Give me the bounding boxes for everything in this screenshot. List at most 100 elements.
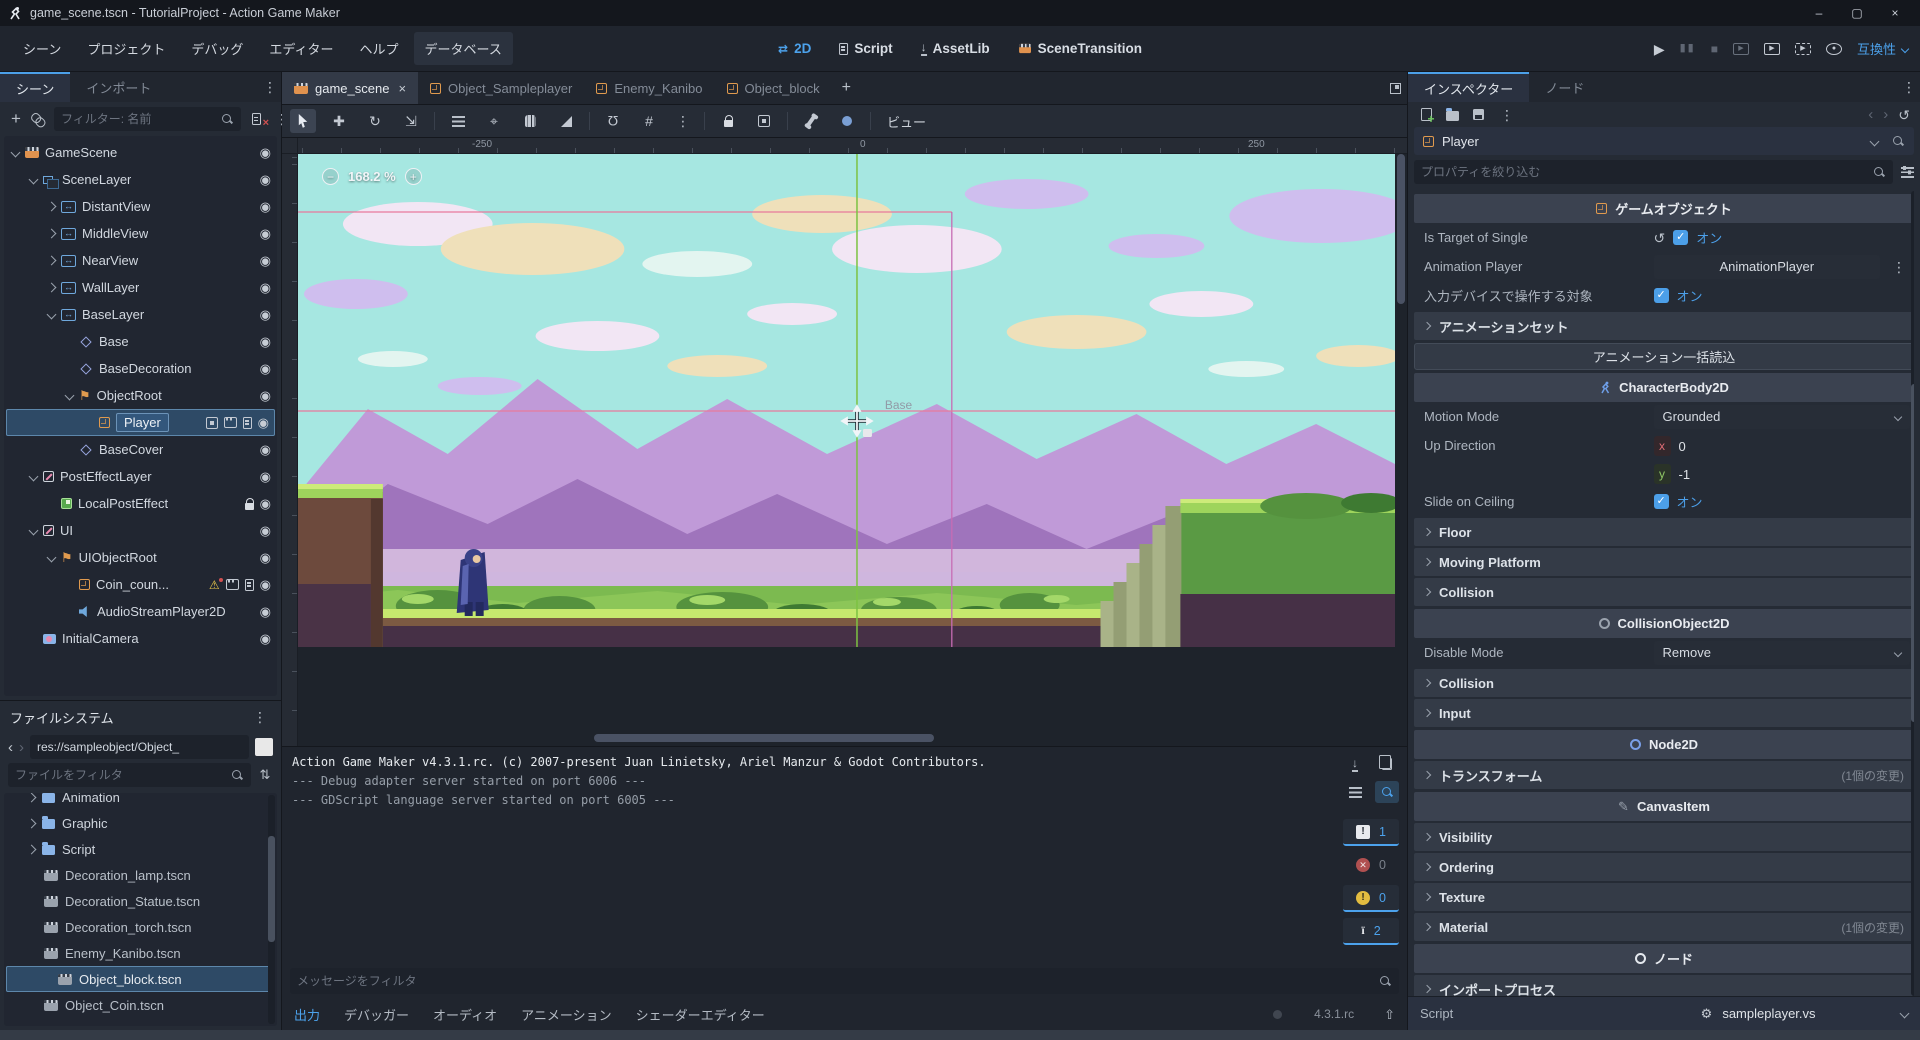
revert-icon[interactable]: ↺ bbox=[1654, 231, 1666, 245]
filesystem-options-icon[interactable]: ⋮ bbox=[249, 710, 271, 724]
lock-icon[interactable] bbox=[245, 503, 254, 510]
tree-node-objectroot[interactable]: ⚑ObjectRoot◉ bbox=[4, 382, 277, 409]
group-visibility[interactable]: Visibility bbox=[1414, 823, 1914, 851]
property-options-icon[interactable]: ⋮ bbox=[1888, 260, 1910, 274]
tree-node-posteffectlayer[interactable]: PostEffectLayer◉ bbox=[4, 463, 277, 490]
collapse-duplicates-button[interactable] bbox=[1343, 781, 1367, 803]
open-docs-icon[interactable] bbox=[1892, 135, 1905, 148]
chevron-right-icon[interactable] bbox=[27, 844, 37, 854]
group-input[interactable]: Input bbox=[1414, 699, 1914, 727]
file-decoration-torch[interactable]: Decoration_torch.tscn bbox=[4, 914, 277, 940]
property-filter-input[interactable] bbox=[1421, 165, 1868, 179]
chevron-down-icon[interactable] bbox=[1900, 1009, 1910, 1019]
tree-node-localposteffect[interactable]: LocalPostEffect◉ bbox=[4, 490, 277, 517]
menu-editor[interactable]: エディター bbox=[258, 32, 344, 65]
history-forward-button[interactable]: › bbox=[1883, 107, 1888, 122]
tree-node-walllayer[interactable]: ↔WallLayer◉ bbox=[4, 274, 277, 301]
group-node-button[interactable] bbox=[751, 109, 777, 133]
chevron-down-icon[interactable] bbox=[65, 391, 75, 401]
chevron-down-icon[interactable] bbox=[1870, 136, 1880, 146]
clear-output-button[interactable]: ↓ bbox=[1343, 753, 1367, 775]
menu-help[interactable]: ヘルプ bbox=[348, 32, 409, 65]
visibility-icon[interactable]: ◉ bbox=[260, 470, 271, 483]
chevron-right-icon[interactable] bbox=[27, 818, 37, 828]
close-button[interactable]: × bbox=[1878, 2, 1912, 24]
menu-scene[interactable]: シーン bbox=[12, 32, 72, 65]
tree-node-audiostreamplayer2d[interactable]: AudioStreamPlayer2D◉ bbox=[4, 598, 277, 625]
zoom-out-button[interactable]: − bbox=[322, 168, 339, 185]
checkbox-checked[interactable]: ✓ bbox=[1654, 288, 1669, 303]
up-direction-x-value[interactable]: 0 bbox=[1679, 439, 1686, 454]
group-collision-2[interactable]: Collision bbox=[1414, 669, 1914, 697]
new-resource-button[interactable] bbox=[1418, 108, 1434, 121]
message-count-errors[interactable]: ✕0 bbox=[1343, 852, 1399, 879]
expand-viewport-icon[interactable] bbox=[1390, 83, 1401, 94]
menu-project[interactable]: プロジェクト bbox=[76, 32, 176, 65]
visibility-icon[interactable]: ◉ bbox=[260, 578, 271, 591]
chevron-down-icon[interactable] bbox=[29, 472, 39, 482]
section-node2d[interactable]: Node2D bbox=[1414, 730, 1914, 759]
file-thumbnail[interactable] bbox=[255, 738, 273, 756]
canvas-vscrollbar[interactable] bbox=[1397, 154, 1405, 732]
file-object-coin[interactable]: Object_Coin.tscn bbox=[4, 992, 277, 1018]
skeleton-options-button[interactable] bbox=[798, 109, 824, 133]
tree-node-gamescene[interactable]: GameScene◉ bbox=[4, 139, 277, 166]
unique-name-icon[interactable] bbox=[206, 417, 218, 429]
visibility-icon[interactable]: ◉ bbox=[260, 497, 271, 510]
message-count-warnings[interactable]: !0 bbox=[1343, 885, 1399, 912]
visibility-icon[interactable]: ◉ bbox=[260, 362, 271, 375]
scale-tool-button[interactable]: ⇲ bbox=[398, 109, 424, 133]
menu-database[interactable]: データベース bbox=[414, 32, 513, 65]
chevron-right-icon[interactable] bbox=[47, 202, 57, 212]
tree-node-distantview[interactable]: ↔DistantView◉ bbox=[4, 193, 277, 220]
tab-scene[interactable]: シーン bbox=[0, 72, 70, 102]
up-direction-y-value[interactable]: -1 bbox=[1679, 467, 1691, 482]
renderer-select[interactable]: 互換性 bbox=[1857, 39, 1908, 58]
ruler-tool-button[interactable] bbox=[553, 109, 579, 133]
dock-options-icon[interactable]: ⋮ bbox=[1898, 80, 1920, 94]
nav-back-button[interactable]: ‹ bbox=[8, 740, 13, 755]
list-select-button[interactable] bbox=[445, 109, 471, 133]
chevron-down-icon[interactable] bbox=[29, 175, 39, 185]
grid-snap-button[interactable]: # bbox=[636, 109, 662, 133]
file-decoration-lamp[interactable]: Decoration_lamp.tscn bbox=[4, 862, 277, 888]
visibility-icon[interactable]: ◉ bbox=[258, 416, 269, 429]
instance-scene-button[interactable] bbox=[31, 113, 47, 126]
select-tool-button[interactable] bbox=[290, 109, 316, 133]
message-count-editor[interactable]: ï2 bbox=[1343, 918, 1399, 945]
viewport[interactable]: -250 0 250 bbox=[282, 138, 1407, 746]
section-character-body-2d[interactable]: CharacterBody2D bbox=[1414, 373, 1914, 402]
group-ordering[interactable]: Ordering bbox=[1414, 853, 1914, 881]
chevron-right-icon[interactable] bbox=[47, 283, 57, 293]
dock-options-icon[interactable]: ⋮ bbox=[259, 80, 281, 94]
section-collision-object-2d[interactable]: CollisionObject2D bbox=[1414, 609, 1914, 638]
tree-node-scenelayer[interactable]: SceneLayer◉ bbox=[4, 166, 277, 193]
minimize-button[interactable]: – bbox=[1802, 2, 1836, 24]
history-icon[interactable]: ↺ bbox=[1898, 108, 1910, 122]
visibility-icon[interactable]: ◉ bbox=[260, 281, 271, 294]
chevron-down-icon[interactable] bbox=[47, 553, 57, 563]
tab-object-sampleplayer[interactable]: Object_Sampleplayer bbox=[418, 72, 584, 104]
section-node[interactable]: ノード bbox=[1414, 944, 1914, 973]
checkbox-checked[interactable]: ✓ bbox=[1654, 494, 1669, 509]
snap-options-icon[interactable]: ⋮ bbox=[672, 114, 694, 128]
view-menu[interactable]: ビュー bbox=[881, 112, 932, 131]
tab-shader-editor[interactable]: シェーダーエディター bbox=[636, 1005, 765, 1024]
file-enemy-kanibo[interactable]: Enemy_Kanibo.tscn bbox=[4, 940, 277, 966]
group-transform[interactable]: トランスフォーム(1個の変更) bbox=[1414, 761, 1914, 789]
play-button[interactable]: ▶ bbox=[1654, 42, 1665, 56]
workspace-script[interactable]: Script bbox=[839, 41, 892, 56]
visibility-icon[interactable]: ◉ bbox=[260, 389, 271, 402]
tree-node-basecover[interactable]: BaseCover◉ bbox=[4, 436, 277, 463]
group-collision[interactable]: Collision bbox=[1414, 578, 1914, 606]
visibility-icon[interactable]: ◉ bbox=[260, 551, 271, 564]
animation-player-value[interactable]: AnimationPlayer bbox=[1654, 255, 1880, 279]
tab-animation[interactable]: アニメーション bbox=[521, 1005, 611, 1024]
close-icon[interactable]: × bbox=[398, 81, 406, 96]
pause-button[interactable]: ▮▮ bbox=[1680, 43, 1696, 54]
script-icon[interactable] bbox=[245, 579, 254, 591]
message-count-standard[interactable]: !1 bbox=[1343, 819, 1399, 846]
folder-graphic[interactable]: Graphic bbox=[4, 810, 277, 836]
resource-options-icon[interactable]: ⋮ bbox=[1496, 108, 1518, 122]
chevron-down-icon[interactable] bbox=[47, 310, 57, 320]
